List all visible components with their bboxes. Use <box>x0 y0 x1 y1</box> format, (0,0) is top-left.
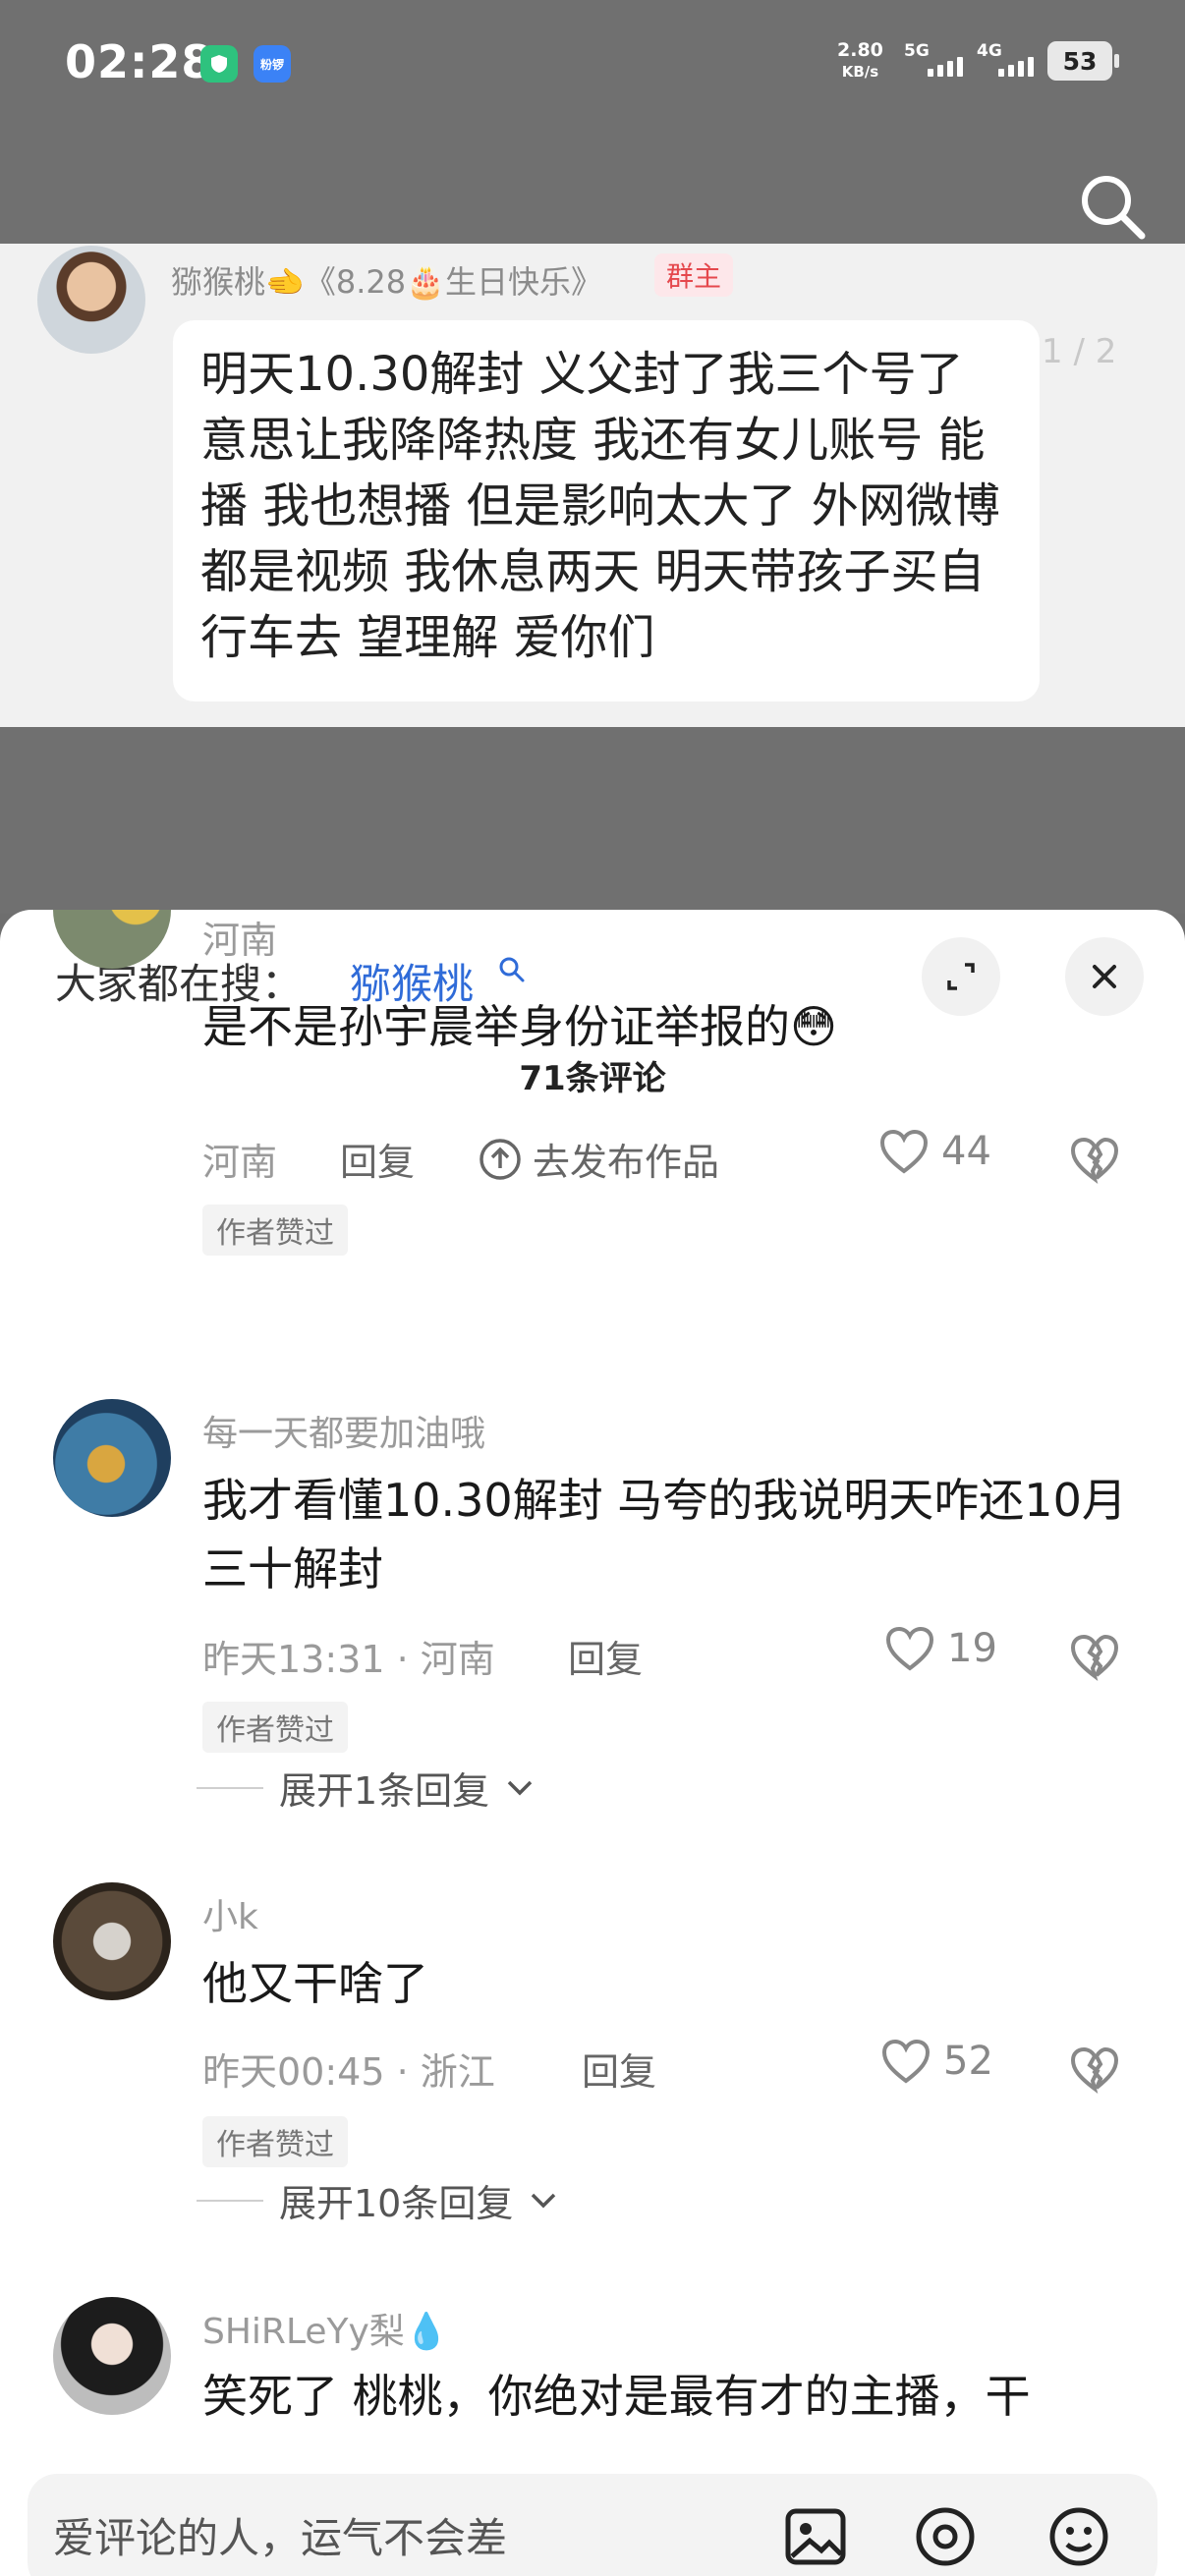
comment-text: 我才看懂10.30解封 马夸的我说明天咋还10月三十解封 <box>202 1474 1127 1596</box>
comment-input-placeholder[interactable]: 爱评论的人，运气不会差 <box>53 2505 507 2565</box>
search-icon <box>497 955 527 984</box>
reply-button[interactable]: 回复 <box>340 1132 415 1186</box>
comment-location: 河南 <box>202 1141 278 1184</box>
like-button[interactable]: 52 <box>880 2038 993 2085</box>
like-count: 44 <box>941 1129 991 1174</box>
avatar[interactable] <box>53 1399 171 1517</box>
battery-indicator: 53 <box>1047 41 1119 81</box>
chat-sender-name: 猕猴桃🫲《8.28🎂生日快乐》 <box>171 263 602 301</box>
publish-work-button[interactable]: 去发布作品 <box>478 1132 719 1186</box>
expand-replies-label: 展开1条回复 <box>279 1769 490 1813</box>
comment-author[interactable]: 每一天都要加油哦 <box>202 1405 485 1456</box>
expand-replies-label: 展开10条回复 <box>279 2182 514 2225</box>
comment-author[interactable]: SHiRLeYy梨💧 <box>202 2303 449 2354</box>
like-count: 52 <box>943 2039 993 2084</box>
like-button[interactable]: 19 <box>884 1625 997 1672</box>
comment-location: 河南 <box>202 919 278 962</box>
comment-meta: 昨天13:31 · 河南 <box>202 1638 495 1681</box>
heart-icon <box>885 1626 934 1671</box>
chevron-down-icon <box>532 2193 556 2208</box>
notification-app-icon: 粉锣 <box>254 45 291 83</box>
avatar[interactable] <box>53 1882 171 2000</box>
shield-app-icon <box>200 45 238 83</box>
expand-replies-button[interactable]: 展开10条回复 <box>197 2173 558 2227</box>
status-bar: 02:28 粉锣 2.80 KB/s 5G 4G 53 <box>0 0 1185 128</box>
reply-button[interactable]: 回复 <box>582 2042 656 2096</box>
dislike-icon[interactable] <box>1067 1629 1122 1684</box>
like-count: 19 <box>947 1626 997 1671</box>
author-liked-badge: 作者赞过 <box>202 2116 348 2167</box>
dislike-icon[interactable] <box>1067 1132 1122 1187</box>
comment-author[interactable]: 小k <box>202 1888 258 1939</box>
avatar[interactable] <box>53 2297 171 2415</box>
comment-text: 他又干啥了 <box>202 1957 428 2010</box>
image-icon[interactable] <box>782 2503 849 2570</box>
chevron-down-icon <box>507 1780 533 1795</box>
mention-icon[interactable] <box>912 2503 979 2570</box>
emoji-icon[interactable] <box>1045 2503 1112 2570</box>
divider-line <box>197 1786 263 1789</box>
comment-text: 是不是孙宇晨举身份证举报的😳 <box>202 1000 837 1053</box>
chat-message-bubble: 明天10.30解封 义父封了我三个号了 意思让我降降热度 我还有女儿账号 能播 … <box>173 320 1040 701</box>
heart-icon <box>879 1129 929 1174</box>
comment-text: 笑死了 桃桃，你绝对是最有才的主播，干 <box>202 2370 1031 2423</box>
signal-bars-icon <box>928 57 963 77</box>
signal-bars-icon <box>998 57 1034 77</box>
expand-replies-button[interactable]: 展开1条回复 <box>197 1761 535 1815</box>
network-speed: 2.80 KB/s <box>837 39 883 81</box>
signal-5g-label: 5G <box>904 41 930 61</box>
divider-line <box>197 2199 263 2202</box>
status-time: 02:28 <box>65 35 214 88</box>
heart-icon <box>881 2039 931 2084</box>
reply-button[interactable]: 回复 <box>568 1629 643 1683</box>
page-indicator: 1 / 2 <box>1042 332 1117 371</box>
author-liked-badge: 作者赞过 <box>202 1702 348 1753</box>
upload-icon <box>480 1138 521 1180</box>
search-icon[interactable] <box>1073 167 1152 246</box>
comment-meta: 昨天00:45 · 浙江 <box>202 2050 495 2094</box>
avatar <box>37 246 145 354</box>
dislike-icon[interactable] <box>1067 2042 1122 2097</box>
publish-work-label: 去发布作品 <box>533 1141 720 1184</box>
group-owner-badge: 群主 <box>654 253 734 297</box>
like-button[interactable]: 44 <box>878 1128 991 1175</box>
